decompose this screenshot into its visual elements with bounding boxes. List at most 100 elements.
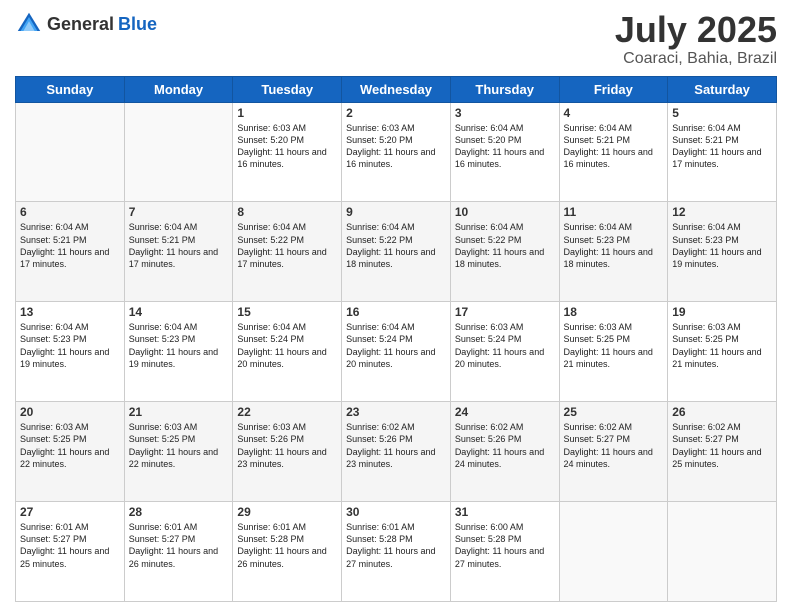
calendar-cell: 2 Sunrise: 6:03 AM Sunset: 5:20 PM Daylig… (342, 102, 451, 202)
day-info: Sunrise: 6:04 AM Sunset: 5:23 PM Dayligh… (672, 221, 772, 270)
day-info: Sunrise: 6:03 AM Sunset: 5:20 PM Dayligh… (346, 122, 446, 171)
day-number: 31 (455, 505, 555, 519)
day-number: 30 (346, 505, 446, 519)
col-wednesday: Wednesday (342, 76, 451, 102)
calendar-cell: 13 Sunrise: 6:04 AM Sunset: 5:23 PM Dayli… (16, 302, 125, 402)
day-number: 16 (346, 305, 446, 319)
day-info: Sunrise: 6:04 AM Sunset: 5:23 PM Dayligh… (129, 321, 229, 370)
day-info: Sunrise: 6:03 AM Sunset: 5:25 PM Dayligh… (564, 321, 664, 370)
day-info: Sunrise: 6:04 AM Sunset: 5:21 PM Dayligh… (20, 221, 120, 270)
day-number: 19 (672, 305, 772, 319)
day-number: 22 (237, 405, 337, 419)
calendar-week-row: 27 Sunrise: 6:01 AM Sunset: 5:27 PM Dayli… (16, 502, 777, 602)
calendar-cell: 19 Sunrise: 6:03 AM Sunset: 5:25 PM Dayli… (668, 302, 777, 402)
day-info: Sunrise: 6:04 AM Sunset: 5:22 PM Dayligh… (346, 221, 446, 270)
day-info: Sunrise: 6:03 AM Sunset: 5:25 PM Dayligh… (20, 421, 120, 470)
day-info: Sunrise: 6:04 AM Sunset: 5:22 PM Dayligh… (455, 221, 555, 270)
calendar-cell: 20Sunrise: 6:03 AM Sunset: 5:25 PM Dayli… (16, 402, 125, 502)
day-info: Sunrise: 6:03 AM Sunset: 5:24 PM Dayligh… (455, 321, 555, 370)
calendar-header-row: Sunday Monday Tuesday Wednesday Thursday… (16, 76, 777, 102)
calendar-cell (16, 102, 125, 202)
day-number: 12 (672, 205, 772, 219)
calendar-cell: 29 Sunrise: 6:01 AM Sunset: 5:28 PM Dayli… (233, 502, 342, 602)
day-number: 28 (129, 505, 229, 519)
day-number: 26 (672, 405, 772, 419)
calendar-cell: 25 Sunrise: 6:02 AM Sunset: 5:27 PM Dayli… (559, 402, 668, 502)
calendar-cell: 9Sunrise: 6:04 AM Sunset: 5:22 PM Daylig… (342, 202, 451, 302)
calendar-cell: 10 Sunrise: 6:04 AM Sunset: 5:22 PM Dayli… (450, 202, 559, 302)
calendar-cell: 12 Sunrise: 6:04 AM Sunset: 5:23 PM Dayli… (668, 202, 777, 302)
calendar-cell: 8 Sunrise: 6:04 AM Sunset: 5:22 PM Daylig… (233, 202, 342, 302)
day-info: Sunrise: 6:03 AM Sunset: 5:25 PM Dayligh… (672, 321, 772, 370)
day-number: 23 (346, 405, 446, 419)
calendar-cell: 22 Sunrise: 6:03 AM Sunset: 5:26 PM Dayli… (233, 402, 342, 502)
calendar-week-row: 13 Sunrise: 6:04 AM Sunset: 5:23 PM Dayli… (16, 302, 777, 402)
day-number: 15 (237, 305, 337, 319)
col-thursday: Thursday (450, 76, 559, 102)
day-info: Sunrise: 6:04 AM Sunset: 5:23 PM Dayligh… (564, 221, 664, 270)
day-info: Sunrise: 6:01 AM Sunset: 5:27 PM Dayligh… (129, 521, 229, 570)
title-location: Coaraci, Bahia, Brazil (615, 50, 777, 68)
calendar-week-row: 1Sunrise: 6:03 AM Sunset: 5:20 PM Daylig… (16, 102, 777, 202)
day-number: 3 (455, 106, 555, 120)
title-block: July 2025 Coaraci, Bahia, Brazil (615, 10, 777, 68)
day-number: 11 (564, 205, 664, 219)
day-info: Sunrise: 6:01 AM Sunset: 5:28 PM Dayligh… (346, 521, 446, 570)
day-number: 17 (455, 305, 555, 319)
logo: GeneralBlue (15, 10, 157, 38)
calendar-cell: 4 Sunrise: 6:04 AM Sunset: 5:21 PM Daylig… (559, 102, 668, 202)
day-info: Sunrise: 6:04 AM Sunset: 5:23 PM Dayligh… (20, 321, 120, 370)
day-number: 21 (129, 405, 229, 419)
calendar-week-row: 6Sunrise: 6:04 AM Sunset: 5:21 PM Daylig… (16, 202, 777, 302)
day-number: 25 (564, 405, 664, 419)
day-number: 27 (20, 505, 120, 519)
day-number: 5 (672, 106, 772, 120)
day-info: Sunrise: 6:02 AM Sunset: 5:26 PM Dayligh… (346, 421, 446, 470)
day-info: Sunrise: 6:03 AM Sunset: 5:25 PM Dayligh… (129, 421, 229, 470)
calendar-cell: 7 Sunrise: 6:04 AM Sunset: 5:21 PM Daylig… (124, 202, 233, 302)
day-info: Sunrise: 6:04 AM Sunset: 5:21 PM Dayligh… (564, 122, 664, 171)
logo-text-blue: Blue (118, 14, 157, 35)
day-number: 10 (455, 205, 555, 219)
calendar-cell: 6Sunrise: 6:04 AM Sunset: 5:21 PM Daylig… (16, 202, 125, 302)
day-number: 14 (129, 305, 229, 319)
col-tuesday: Tuesday (233, 76, 342, 102)
day-info: Sunrise: 6:01 AM Sunset: 5:27 PM Dayligh… (20, 521, 120, 570)
calendar-table: Sunday Monday Tuesday Wednesday Thursday… (15, 76, 777, 602)
day-info: Sunrise: 6:04 AM Sunset: 5:24 PM Dayligh… (346, 321, 446, 370)
col-saturday: Saturday (668, 76, 777, 102)
day-info: Sunrise: 6:02 AM Sunset: 5:27 PM Dayligh… (564, 421, 664, 470)
calendar-cell: 26Sunrise: 6:02 AM Sunset: 5:27 PM Dayli… (668, 402, 777, 502)
day-info: Sunrise: 6:01 AM Sunset: 5:28 PM Dayligh… (237, 521, 337, 570)
calendar-cell: 1Sunrise: 6:03 AM Sunset: 5:20 PM Daylig… (233, 102, 342, 202)
day-number: 29 (237, 505, 337, 519)
day-info: Sunrise: 6:04 AM Sunset: 5:20 PM Dayligh… (455, 122, 555, 171)
day-info: Sunrise: 6:03 AM Sunset: 5:26 PM Dayligh… (237, 421, 337, 470)
header: GeneralBlue July 2025 Coaraci, Bahia, Br… (15, 10, 777, 68)
day-info: Sunrise: 6:04 AM Sunset: 5:22 PM Dayligh… (237, 221, 337, 270)
calendar-cell: 15 Sunrise: 6:04 AM Sunset: 5:24 PM Dayli… (233, 302, 342, 402)
day-number: 8 (237, 205, 337, 219)
calendar-cell: 31 Sunrise: 6:00 AM Sunset: 5:28 PM Dayli… (450, 502, 559, 602)
calendar-cell (124, 102, 233, 202)
calendar-cell: 11 Sunrise: 6:04 AM Sunset: 5:23 PM Dayli… (559, 202, 668, 302)
day-number: 2 (346, 106, 446, 120)
day-number: 13 (20, 305, 120, 319)
calendar-cell: 17 Sunrise: 6:03 AM Sunset: 5:24 PM Dayli… (450, 302, 559, 402)
day-number: 7 (129, 205, 229, 219)
day-info: Sunrise: 6:04 AM Sunset: 5:21 PM Dayligh… (129, 221, 229, 270)
calendar-cell: 16 Sunrise: 6:04 AM Sunset: 5:24 PM Dayli… (342, 302, 451, 402)
day-info: Sunrise: 6:03 AM Sunset: 5:20 PM Dayligh… (237, 122, 337, 171)
calendar-cell: 18Sunrise: 6:03 AM Sunset: 5:25 PM Dayli… (559, 302, 668, 402)
calendar-cell: 30 Sunrise: 6:01 AM Sunset: 5:28 PM Dayli… (342, 502, 451, 602)
day-number: 4 (564, 106, 664, 120)
calendar-cell (668, 502, 777, 602)
calendar-cell: 3 Sunrise: 6:04 AM Sunset: 5:20 PM Daylig… (450, 102, 559, 202)
day-info: Sunrise: 6:04 AM Sunset: 5:21 PM Dayligh… (672, 122, 772, 171)
page: GeneralBlue July 2025 Coaraci, Bahia, Br… (0, 0, 792, 612)
day-info: Sunrise: 6:04 AM Sunset: 5:24 PM Dayligh… (237, 321, 337, 370)
calendar-cell: 24Sunrise: 6:02 AM Sunset: 5:26 PM Dayli… (450, 402, 559, 502)
col-friday: Friday (559, 76, 668, 102)
calendar-cell: 21 Sunrise: 6:03 AM Sunset: 5:25 PM Dayli… (124, 402, 233, 502)
day-info: Sunrise: 6:00 AM Sunset: 5:28 PM Dayligh… (455, 521, 555, 570)
